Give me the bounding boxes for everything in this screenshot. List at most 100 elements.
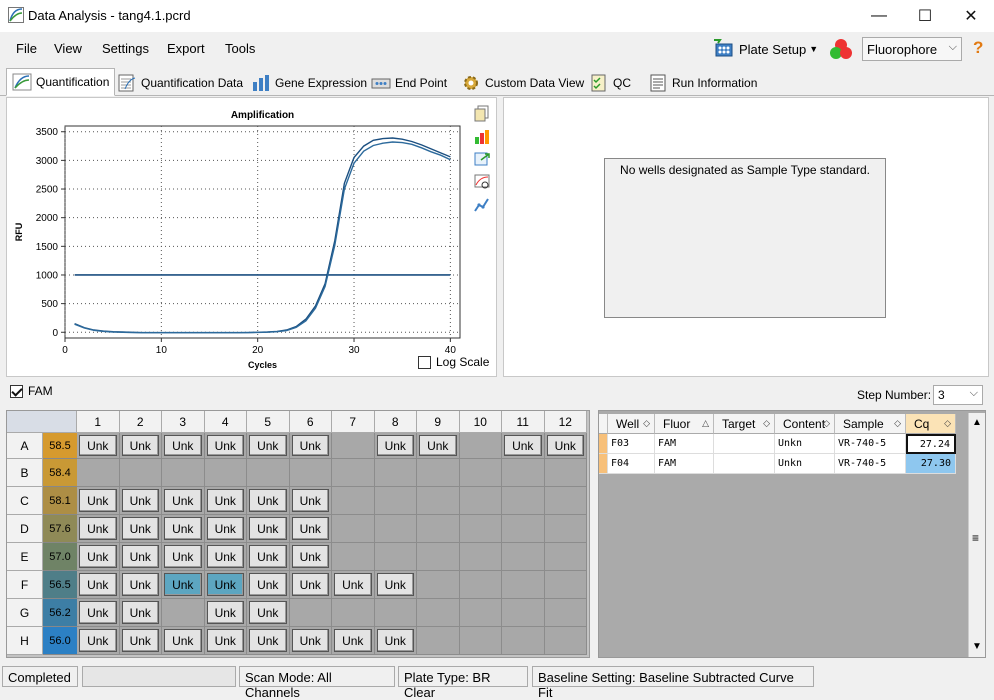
plate-well[interactable]: Unk: [204, 627, 247, 655]
plate-well[interactable]: [332, 515, 375, 543]
well-content-label[interactable]: Unk: [206, 435, 244, 456]
well-content-label[interactable]: Unk: [334, 573, 372, 596]
table-cell-target[interactable]: [714, 434, 775, 454]
scroll-up-icon[interactable]: ▲: [972, 417, 982, 428]
well-content-label[interactable]: Unk: [334, 629, 372, 652]
plate-well[interactable]: [417, 627, 460, 655]
plate-well[interactable]: [332, 459, 375, 487]
chart-options-icon[interactable]: [473, 128, 491, 146]
plate-well[interactable]: [417, 515, 460, 543]
plate-well[interactable]: [459, 599, 502, 627]
well-content-label[interactable]: Unk: [79, 601, 117, 624]
column-header-target[interactable]: Target ◇: [714, 414, 775, 434]
plate-well[interactable]: [417, 599, 460, 627]
well-content-label[interactable]: Unk: [79, 573, 117, 596]
well-content-label[interactable]: Unk: [249, 489, 287, 512]
well-content-label[interactable]: Unk: [249, 545, 287, 568]
well-content-label[interactable]: Unk: [376, 573, 414, 596]
plate-well[interactable]: Unk: [204, 433, 247, 459]
plate-well[interactable]: [502, 487, 545, 515]
step-number-select[interactable]: 3 ⌵: [933, 385, 983, 405]
plate-well[interactable]: [544, 571, 587, 599]
menu-view[interactable]: View: [54, 41, 82, 56]
plate-corner[interactable]: [7, 411, 77, 433]
plate-well[interactable]: Unk: [247, 515, 290, 543]
plate-well[interactable]: [247, 459, 290, 487]
plate-well[interactable]: [459, 487, 502, 515]
well-content-label[interactable]: Unk: [79, 489, 117, 512]
plate-well[interactable]: [417, 459, 460, 487]
plate-well[interactable]: Unk: [119, 433, 162, 459]
minimize-button[interactable]: —: [856, 0, 902, 32]
plate-well[interactable]: Unk: [332, 627, 375, 655]
menu-tools[interactable]: Tools: [225, 41, 255, 56]
plate-well[interactable]: Unk: [77, 543, 120, 571]
row-header[interactable]: F: [7, 571, 43, 599]
plate-well[interactable]: [459, 515, 502, 543]
plate-well[interactable]: Unk: [374, 627, 417, 655]
plate-well[interactable]: Unk: [289, 571, 332, 599]
export-chart-icon[interactable]: [473, 150, 491, 168]
well-content-label[interactable]: Unk: [291, 517, 329, 540]
well-content-label[interactable]: Unk: [206, 517, 244, 540]
well-content-label[interactable]: Unk: [291, 629, 329, 652]
row-header[interactable]: B: [7, 459, 43, 487]
plate-well[interactable]: Unk: [544, 433, 587, 459]
well-content-label[interactable]: Unk: [79, 517, 117, 540]
tab-quantification[interactable]: Quantification: [6, 68, 116, 96]
well-content-label[interactable]: Unk: [121, 545, 159, 568]
plate-well[interactable]: Unk: [162, 543, 205, 571]
well-results-table[interactable]: Well ◇ Fluor △ Target ◇ Content ◇ Sample ◇ Cq ◇ F03 F…: [598, 410, 986, 658]
well-content-label[interactable]: Unk: [121, 435, 159, 456]
maximize-button[interactable]: ☐: [902, 0, 948, 32]
plate-well[interactable]: [204, 459, 247, 487]
plate-well[interactable]: [544, 459, 587, 487]
plate-well[interactable]: Unk: [162, 627, 205, 655]
table-cell-fluor[interactable]: FAM: [655, 454, 714, 474]
well-content-label[interactable]: Unk: [79, 545, 117, 568]
sort-icon[interactable]: ◇: [763, 418, 770, 429]
copy-icon[interactable]: [473, 104, 491, 122]
plate-well[interactable]: Unk: [77, 627, 120, 655]
tab-run-information[interactable]: Run Information: [642, 70, 763, 95]
plate-well[interactable]: Unk: [289, 515, 332, 543]
plate-well[interactable]: [374, 599, 417, 627]
plate-well[interactable]: [502, 543, 545, 571]
plate-well[interactable]: Unk: [77, 571, 120, 599]
column-header[interactable]: 10: [459, 411, 502, 433]
well-content-label[interactable]: Unk: [164, 435, 202, 456]
tab-quantification-data[interactable]: Quantification Data: [111, 70, 249, 95]
plate-well[interactable]: Unk: [162, 433, 205, 459]
plate-well[interactable]: [374, 515, 417, 543]
row-header[interactable]: D: [7, 515, 43, 543]
plate-well[interactable]: Unk: [119, 627, 162, 655]
well-content-label[interactable]: Unk: [79, 629, 117, 652]
close-button[interactable]: ✕: [948, 0, 994, 32]
table-cell-fluor[interactable]: FAM: [655, 434, 714, 454]
well-content-label[interactable]: Unk: [249, 629, 287, 652]
table-cell-well[interactable]: F03: [608, 434, 655, 454]
column-header-cq[interactable]: Cq ◇: [906, 414, 956, 434]
well-content-label[interactable]: Unk: [504, 435, 542, 456]
tab-qc[interactable]: QC: [583, 70, 637, 95]
plate-well[interactable]: Unk: [247, 433, 290, 459]
well-content-label[interactable]: Unk: [206, 545, 244, 568]
plate-well[interactable]: [289, 599, 332, 627]
column-header-content[interactable]: Content ◇: [775, 414, 835, 434]
well-content-label[interactable]: Unk: [164, 489, 202, 512]
plate-well[interactable]: [289, 459, 332, 487]
plate-well[interactable]: [502, 627, 545, 655]
plate-well[interactable]: Unk: [162, 487, 205, 515]
sort-icon[interactable]: ◇: [643, 418, 650, 429]
plate-well[interactable]: Unk: [289, 543, 332, 571]
well-content-label[interactable]: Unk: [164, 573, 202, 596]
plate-well[interactable]: [332, 543, 375, 571]
plate-well[interactable]: Unk: [204, 515, 247, 543]
plate-well[interactable]: Unk: [162, 515, 205, 543]
plate-well[interactable]: Unk: [247, 543, 290, 571]
plate-well[interactable]: Unk: [162, 571, 205, 599]
column-header[interactable]: 3: [162, 411, 205, 433]
plate-well[interactable]: [459, 571, 502, 599]
plate-well[interactable]: Unk: [289, 433, 332, 459]
plate-view[interactable]: 1 2 3 4 5 6 7 8 9 10 11 12 A 58.5 Unk Unk Unk Unk Unk Unk Un…: [6, 410, 590, 658]
